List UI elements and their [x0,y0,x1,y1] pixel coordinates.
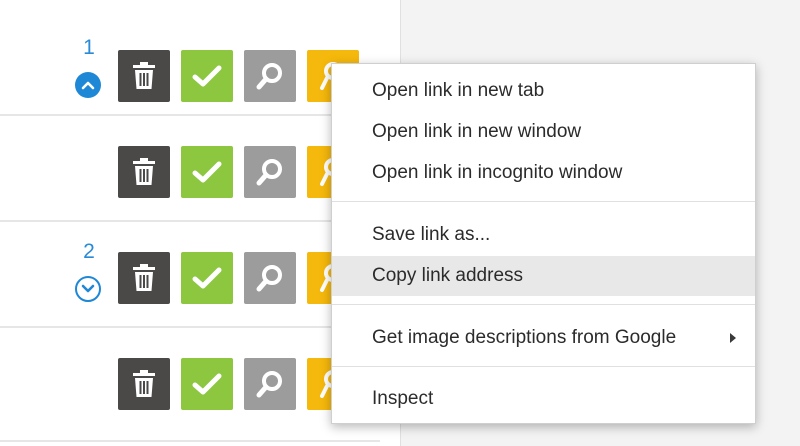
search-icon [256,371,282,398]
list-row: 2 [0,222,380,328]
menu-item-open-new-tab[interactable]: Open link in new tab [332,71,755,111]
approve-button[interactable] [181,146,233,198]
trash-icon [133,264,155,291]
menu-divider [332,201,755,202]
check-icon [192,161,222,183]
menu-item-open-new-window[interactable]: Open link in new window [332,112,755,152]
context-menu: Open link in new tab Open link in new wi… [331,63,756,424]
approve-button[interactable] [181,252,233,304]
search-icon [256,63,282,90]
menu-item-label: Get image descriptions from Google [372,327,677,348]
trash-icon [133,370,155,397]
trash-icon [133,158,155,185]
menu-item-save-link-as[interactable]: Save link as... [332,215,755,255]
menu-item-copy-link-address[interactable]: Copy link address [332,256,755,296]
list-row [0,328,380,442]
list-row: 1 [0,10,380,116]
search-icon [256,159,282,186]
menu-item-inspect[interactable]: Inspect [332,379,755,419]
delete-button[interactable] [118,50,170,102]
submenu-arrow-icon [730,333,736,343]
menu-divider [332,366,755,367]
check-icon [192,267,222,289]
arrow-down-icon [81,284,95,293]
approve-button[interactable] [181,50,233,102]
trash-icon [133,62,155,89]
move-up-button[interactable] [75,72,101,98]
delete-button[interactable] [118,252,170,304]
move-down-button[interactable] [75,276,101,302]
delete-button[interactable] [118,358,170,410]
menu-item-image-descriptions[interactable]: Get image descriptions from Google [332,318,755,358]
delete-button[interactable] [118,146,170,198]
view-button[interactable] [244,146,296,198]
search-icon [256,265,282,292]
check-icon [192,373,222,395]
view-button[interactable] [244,252,296,304]
order-number: 2 [83,240,95,263]
list-row [0,116,380,222]
approve-button[interactable] [181,358,233,410]
menu-item-open-incognito[interactable]: Open link in incognito window [332,153,755,193]
menu-divider [332,304,755,305]
view-button[interactable] [244,358,296,410]
view-button[interactable] [244,50,296,102]
order-number: 1 [83,36,95,59]
arrow-up-icon [81,81,95,90]
check-icon [192,65,222,87]
